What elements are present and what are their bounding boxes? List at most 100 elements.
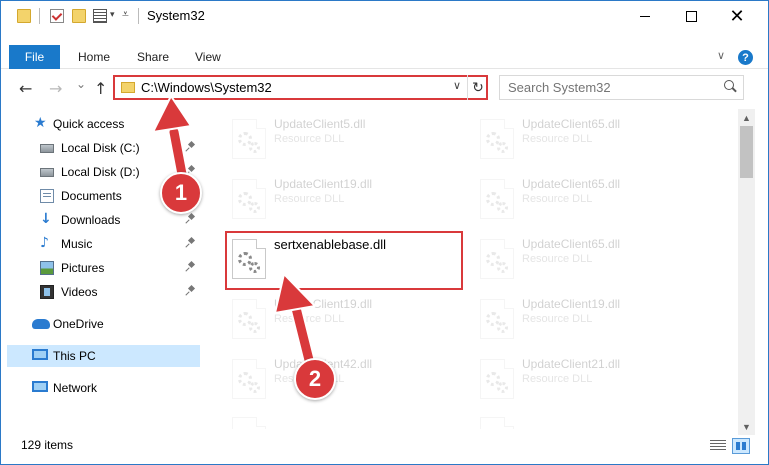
properties-icon[interactable] [93, 9, 107, 23]
dll-file-icon [480, 179, 514, 219]
item-count: 129 items [21, 438, 74, 452]
file-item[interactable]: UpdateClient42.dll Resource DLL [224, 351, 459, 403]
documents-icon [40, 189, 54, 203]
dll-file-icon [480, 239, 514, 279]
sidebar-item-network[interactable]: Network [7, 377, 200, 399]
scroll-up-icon[interactable]: ▲ [738, 109, 755, 126]
step-1-badge: 1 [160, 172, 202, 214]
refresh-button[interactable]: ↻ [467, 75, 488, 100]
new-folder-icon[interactable] [72, 9, 86, 23]
file-name: UpdateClient19.dll [274, 297, 373, 311]
close-button[interactable]: ✕ [714, 1, 760, 31]
file-type: Resource DLL [274, 193, 345, 205]
expand-ribbon-icon[interactable]: ∨ [717, 49, 725, 62]
folder-icon[interactable] [17, 9, 31, 23]
close-icon: ✕ [729, 5, 745, 27]
file-type: Resource DLL [274, 133, 345, 145]
up-arrow-icon[interactable]: ↑ [94, 79, 107, 98]
search-input[interactable] [508, 80, 708, 95]
file-item[interactable]: UpdateClient19.dll Resource DLL [224, 171, 459, 223]
file-item[interactable]: UpdateClient5.dll Resource DLL [224, 111, 459, 163]
navigation-pane: ★ Quick access Local Disk (C:) Local Dis… [1, 109, 206, 429]
sidebar-item-label: OneDrive [53, 317, 104, 331]
dll-file-icon [232, 299, 266, 339]
sidebar-item-label: Videos [61, 285, 98, 299]
dll-file-icon [232, 179, 266, 219]
properties-check-icon[interactable] [50, 9, 64, 23]
vertical-scrollbar[interactable]: ▲ ▼ [738, 109, 755, 435]
file-name: UpdateClient65.dll [522, 177, 621, 191]
back-arrow-icon[interactable]: ← [19, 79, 32, 98]
sidebar-item-onedrive[interactable]: OneDrive [7, 313, 200, 335]
file-item[interactable]: UpdateClient65.dll Resource DLL [472, 111, 707, 163]
toolbar-divider [39, 8, 40, 24]
disk-icon [40, 144, 54, 153]
sidebar-item-this-pc[interactable]: This PC [7, 345, 200, 367]
sidebar-item-label: Music [61, 237, 93, 251]
download-icon: ↓ [40, 211, 52, 227]
large-icons-view-icon[interactable] [732, 438, 750, 454]
music-icon: ♪ [40, 235, 49, 251]
sidebar-item-label: Local Disk (D:) [61, 165, 140, 179]
minimize-button[interactable] [622, 1, 668, 31]
file-item[interactable]: UpdateClient19.dll Resource DLL [472, 291, 707, 343]
file-name: UpdateClient65.dll [522, 117, 621, 131]
sidebar-item-label: Downloads [61, 213, 121, 227]
address-dropdown-icon[interactable]: ∨ [453, 79, 461, 92]
recent-locations-icon[interactable]: ⌄ [76, 77, 86, 91]
sidebar-item-videos[interactable]: Videos [7, 281, 200, 303]
details-view-icon[interactable] [710, 440, 726, 452]
pictures-icon [40, 261, 54, 275]
pin-icon [187, 262, 195, 272]
toolbar-divider [138, 8, 139, 24]
navigation-bar: ← → ⌄ ↑ C:\Windows\System32 ∨ ↻ [1, 73, 768, 103]
refresh-icon: ↻ [472, 79, 484, 95]
highlight-box [225, 231, 463, 290]
tab-share[interactable]: Share [137, 50, 169, 64]
file-item[interactable] [224, 409, 459, 429]
scroll-down-icon[interactable]: ▼ [738, 418, 755, 435]
network-icon [32, 381, 48, 392]
sidebar-item-label: Network [53, 381, 98, 395]
sidebar-item-pictures[interactable]: Pictures [7, 257, 200, 279]
status-bar: 129 items [1, 435, 768, 464]
tab-file[interactable]: File [9, 45, 60, 69]
file-item[interactable]: UpdateClient65.dll Resource DLL [472, 231, 707, 283]
file-item[interactable]: UpdateClient21.dll Resource DLL [472, 351, 707, 403]
dll-file-icon [480, 299, 514, 339]
address-path[interactable]: C:\Windows\System32 [141, 80, 272, 95]
file-item[interactable]: UpdateClient65.dll Resource DLL [472, 171, 707, 223]
address-bar[interactable]: C:\Windows\System32 ∨ ↻ [113, 75, 488, 100]
forward-arrow-icon[interactable]: → [49, 79, 62, 98]
dll-file-icon [480, 119, 514, 159]
tab-home[interactable]: Home [78, 50, 110, 64]
dll-file-icon [480, 359, 514, 399]
dll-file-icon [232, 119, 266, 159]
file-type: Resource DLL [274, 313, 345, 325]
file-name: UpdateClient65.dll [522, 237, 621, 251]
file-item[interactable] [472, 409, 707, 429]
sidebar-item-downloads[interactable]: ↓ Downloads [7, 209, 200, 231]
pin-icon [187, 142, 195, 152]
search-icon[interactable] [724, 80, 734, 90]
scrollbar-thumb[interactable] [740, 126, 753, 178]
file-type: Resource DLL [522, 373, 593, 385]
sidebar-item-local-disk-c[interactable]: Local Disk (C:) [7, 137, 200, 159]
computer-icon [32, 349, 48, 360]
file-item[interactable]: UpdateClient19.dll Resource DLL [224, 291, 459, 343]
tab-view[interactable]: View [195, 50, 221, 64]
cloud-icon [32, 319, 50, 329]
file-name: UpdateClient19.dll [274, 177, 373, 191]
sidebar-item-music[interactable]: ♪ Music [7, 233, 200, 255]
file-type: Resource DLL [522, 313, 593, 325]
sidebar-item-label: Quick access [53, 117, 125, 131]
help-icon[interactable]: ? [738, 50, 753, 65]
disk-icon [40, 168, 54, 177]
sidebar-item-quick-access[interactable]: ★ Quick access [7, 113, 200, 135]
maximize-button[interactable] [668, 1, 714, 31]
sidebar-item-label: Pictures [61, 261, 105, 275]
search-box[interactable] [499, 75, 744, 100]
qat-dropdown-icon[interactable]: ▾ [110, 9, 115, 20]
file-name: UpdateClient5.dll [274, 117, 366, 131]
customize-qat-icon[interactable]: ⩡ [122, 7, 129, 22]
